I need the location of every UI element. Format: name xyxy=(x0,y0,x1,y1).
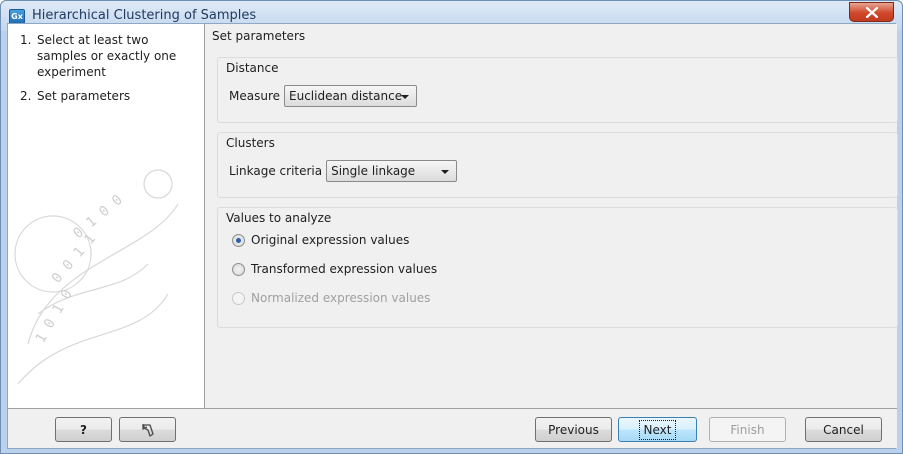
button-bar: ? Previous Next Finish Cancel xyxy=(8,408,897,448)
chevron-down-icon xyxy=(401,95,409,99)
radio-button[interactable] xyxy=(232,233,245,247)
chevron-down-icon xyxy=(441,170,450,174)
linkage-row: Linkage criteria Single linkage xyxy=(229,160,458,182)
next-button[interactable]: Next xyxy=(618,417,697,442)
linkage-label: Linkage criteria xyxy=(229,164,323,178)
measure-select-value: Euclidean distance xyxy=(289,89,403,103)
radio-button[interactable] xyxy=(232,262,245,276)
dialog-client: 1. Select at least two samples or exactl… xyxy=(7,23,898,449)
wizard-step-2-label: Set parameters xyxy=(37,89,131,103)
page-title: Set parameters xyxy=(212,29,306,43)
wizard-step-1: 1. Select at least two samples or exactl… xyxy=(20,32,200,80)
wizard-steps-panel: 1. Select at least two samples or exactl… xyxy=(8,24,205,408)
wizard-step-1-label: Select at least two samples or exactly o… xyxy=(37,33,177,79)
values-group: Values to analyze Original expression va… xyxy=(217,207,898,328)
measure-label: Measure xyxy=(229,89,280,103)
finish-button: Finish xyxy=(709,417,786,442)
help-icon: ? xyxy=(80,422,87,437)
linkage-select[interactable]: Single linkage xyxy=(326,160,458,182)
decorative-watermark: 0 1 0 0 1 0 1 0 0 0 1 1 xyxy=(14,169,179,385)
close-icon xyxy=(866,7,878,18)
close-button[interactable] xyxy=(849,2,894,22)
cancel-button[interactable]: Cancel xyxy=(805,417,882,442)
dialog-window: Gx Hierarchical Clustering of Samples 1.… xyxy=(0,0,903,454)
help-button[interactable]: ? xyxy=(55,417,112,442)
measure-row: Measure Euclidean distance xyxy=(229,85,417,107)
previous-button[interactable]: Previous xyxy=(535,417,612,442)
linkage-select-value: Single linkage xyxy=(331,164,416,178)
svg-text:0 1 0 0: 0 1 0 0 xyxy=(70,192,125,242)
radio-normalized-label: Normalized expression values xyxy=(251,291,431,305)
app-icon: Gx xyxy=(9,9,25,24)
distance-group-title: Distance xyxy=(226,61,279,75)
radio-original-label: Original expression values xyxy=(251,233,410,247)
radio-normalized: Normalized expression values xyxy=(232,291,430,305)
distance-group: Distance Measure Euclidean distance xyxy=(217,57,898,123)
wizard-steps: 1. Select at least two samples or exactl… xyxy=(20,32,200,112)
radio-transformed[interactable]: Transformed expression values xyxy=(232,262,437,276)
wizard-step-2: 2. Set parameters xyxy=(20,89,131,103)
measure-select[interactable]: Euclidean distance xyxy=(284,85,417,107)
svg-text:0 0 1 1: 0 0 1 1 xyxy=(49,231,99,286)
main-panel: Set parameters Distance Measure Euclidea… xyxy=(206,24,898,408)
reset-button[interactable] xyxy=(119,417,176,442)
reset-arrow-icon xyxy=(141,423,154,437)
window-title: Hierarchical Clustering of Samples xyxy=(32,8,257,23)
radio-button xyxy=(232,291,245,305)
values-group-title: Values to analyze xyxy=(226,211,332,225)
clusters-group-title: Clusters xyxy=(226,136,275,150)
radio-transformed-label: Transformed expression values xyxy=(251,262,438,276)
clusters-group: Clusters Linkage criteria Single linkage xyxy=(217,132,898,198)
radio-original[interactable]: Original expression values xyxy=(232,233,409,247)
